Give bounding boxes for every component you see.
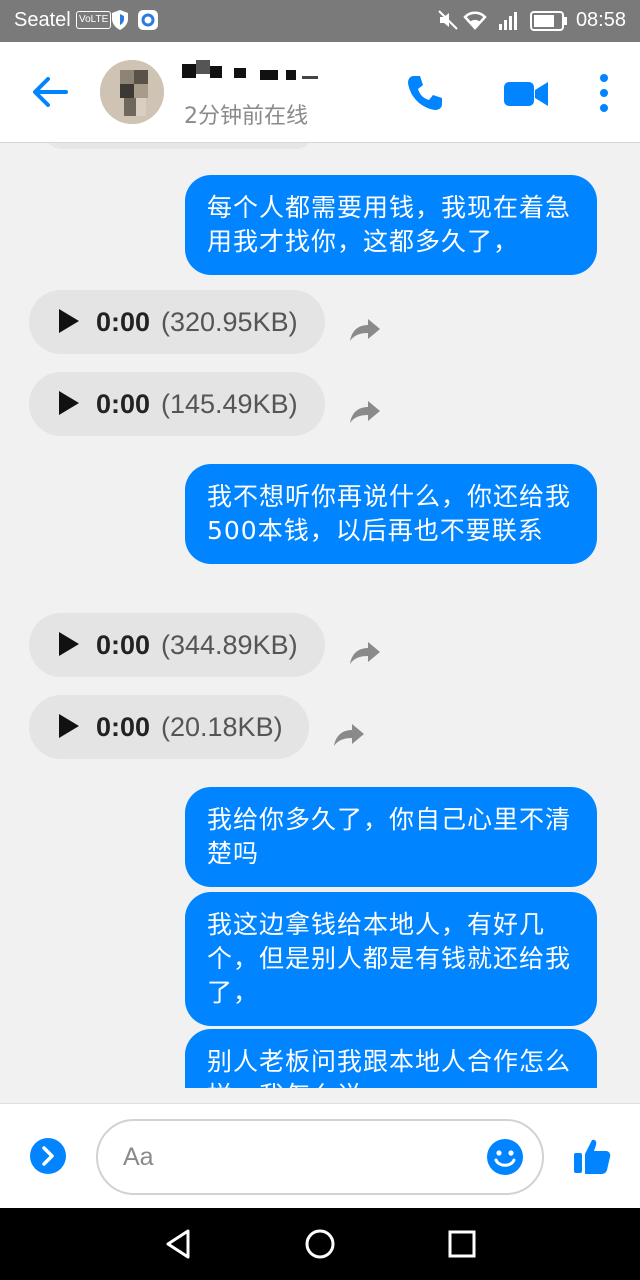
thumbs-up-icon[interactable]: [572, 1136, 612, 1176]
video-camera-icon[interactable]: [502, 76, 550, 112]
audio-message[interactable]: 0:00 (320.95KB): [29, 290, 325, 354]
clock: 08:58: [575, 9, 626, 31]
audio-message[interactable]: 0:00 (145.49KB): [29, 372, 325, 436]
signal-icon: [499, 12, 517, 30]
audio-duration: 0:00: [96, 630, 151, 660]
outgoing-message[interactable]: 每个人都需要用钱，我现在着急用我才找你，这都多久了，: [185, 175, 597, 275]
system-navigation-bar: [0, 1208, 640, 1280]
play-icon[interactable]: [59, 309, 79, 333]
audio-size: (320.95KB): [161, 307, 298, 337]
outgoing-message[interactable]: 我给你多久了，你自己心里不清楚吗: [185, 787, 597, 887]
shield-icon: [112, 10, 128, 30]
nav-back-icon[interactable]: [160, 1226, 196, 1262]
emoji-icon[interactable]: [486, 1138, 524, 1176]
audio-duration: 0:00: [96, 389, 151, 419]
app-icon: [138, 10, 158, 30]
battery-icon: [530, 11, 567, 31]
audio-message[interactable]: 0:00 (344.89KB): [29, 613, 325, 677]
mute-icon: [438, 10, 458, 30]
audio-duration: 0:00: [96, 307, 151, 337]
conversation-header: 2分钟前在线: [0, 42, 640, 143]
outgoing-message[interactable]: 别人老板问我跟本地人合作怎么样，我怎么说: [185, 1029, 597, 1088]
contact-name-redacted: [182, 60, 332, 90]
phone-icon[interactable]: [404, 72, 446, 114]
play-icon[interactable]: [59, 391, 79, 415]
presence-status: 2分钟前在线: [184, 104, 308, 129]
status-bar: Seatel VoLTE 08:58: [0, 0, 640, 42]
forward-icon[interactable]: [348, 640, 382, 666]
forward-icon[interactable]: [348, 399, 382, 425]
wifi-icon: [463, 11, 487, 30]
expand-arrow-icon[interactable]: [30, 1138, 66, 1174]
audio-duration: 0:00: [96, 712, 151, 742]
play-icon[interactable]: [59, 632, 79, 656]
audio-size: (145.49KB): [161, 389, 298, 419]
outgoing-message[interactable]: 我这边拿钱给本地人，有好几个，但是别人都是有钱就还给我了，: [185, 892, 597, 1026]
avatar-image: [100, 60, 164, 124]
audio-size: (20.18KB): [161, 712, 283, 742]
outgoing-message[interactable]: 我不想听你再说什么，你还给我500本钱，以后再也不要联系: [185, 464, 597, 564]
contact-avatar[interactable]: [100, 60, 164, 124]
message-input[interactable]: Aa: [96, 1119, 544, 1195]
nav-recents-icon[interactable]: [444, 1226, 480, 1262]
back-arrow-icon[interactable]: [28, 70, 72, 114]
forward-icon[interactable]: [332, 722, 366, 748]
previous-message-stub: [44, 143, 314, 149]
carrier-name: Seatel: [14, 9, 71, 31]
message-input-placeholder: Aa: [123, 1143, 154, 1171]
play-icon[interactable]: [59, 714, 79, 738]
forward-icon[interactable]: [348, 317, 382, 343]
message-composer: Aa: [0, 1103, 640, 1210]
message-list[interactable]: 每个人都需要用钱，我现在着急用我才找你，这都多久了， 0:00 (320.95K…: [0, 143, 640, 1088]
volte-badge: VoLTE: [76, 11, 112, 29]
nav-home-icon[interactable]: [302, 1226, 338, 1262]
audio-message[interactable]: 0:00 (20.18KB): [29, 695, 309, 759]
audio-size: (344.89KB): [161, 630, 298, 660]
more-vertical-icon[interactable]: [592, 70, 616, 116]
